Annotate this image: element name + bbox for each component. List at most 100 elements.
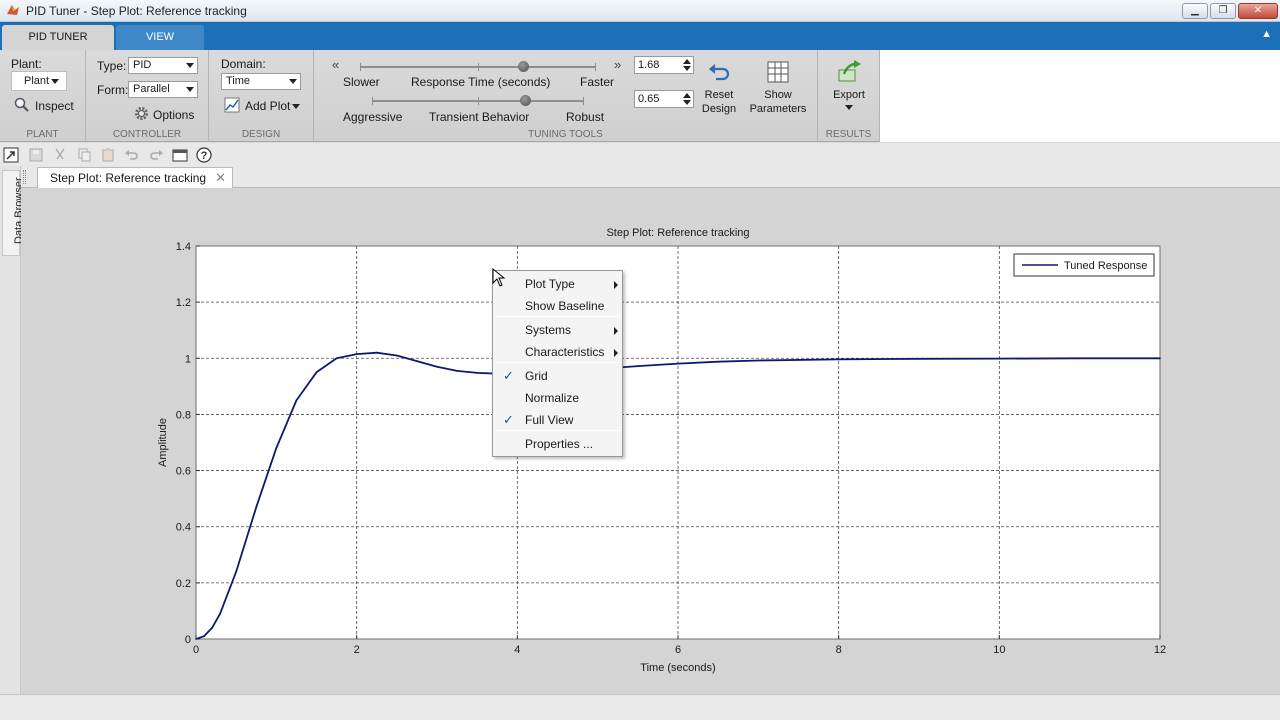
transient-behavior-value: 0.65 — [638, 93, 660, 105]
add-plot-icon — [224, 97, 240, 113]
inspect-label: Inspect — [35, 99, 74, 113]
x-tick-label: 6 — [675, 644, 681, 656]
menu-item-properties[interactable]: Properties ... — [493, 433, 622, 455]
window-layout-icon[interactable] — [172, 147, 188, 163]
menu-item-show-baseline[interactable]: Show Baseline — [493, 295, 622, 317]
menu-item-plot-type[interactable]: Plot Type — [493, 273, 622, 295]
x-tick-label: 10 — [993, 644, 1005, 656]
data-point — [637, 365, 639, 367]
transient-behavior-slider-track[interactable] — [372, 97, 584, 105]
y-tick-label: 0.6 — [176, 466, 191, 478]
collapse-ribbon-icon[interactable]: ▲ — [1261, 28, 1272, 40]
faster-arrow-icon[interactable]: » — [614, 57, 621, 72]
spin-down-icon[interactable] — [683, 66, 691, 71]
type-value: PID — [133, 59, 152, 71]
reset-design-button[interactable]: Reset Design — [698, 60, 740, 116]
x-tick-label: 0 — [193, 644, 199, 656]
tab-view[interactable]: VIEW — [116, 25, 204, 50]
step-plot-chart[interactable]: 0 2 4 6 8 10 12 0 0.2 0.4 0.6 0.8 1 1.2 1.4 Step Plot: … — [21, 188, 1280, 694]
y-tick-label: 1 — [185, 353, 191, 365]
plant-group-label: PLANT — [26, 129, 59, 140]
export-button[interactable]: Export — [826, 58, 872, 110]
data-point — [295, 399, 298, 402]
tuning-tools-group-label: TUNING TOOLS — [528, 129, 603, 140]
parameters-label: Parameters — [749, 103, 807, 115]
show-parameters-button[interactable]: Show Parameters — [748, 60, 808, 116]
controller-group-label: CONTROLLER — [112, 129, 182, 140]
options-button[interactable]: Options — [134, 105, 198, 123]
response-time-slider-thumb[interactable] — [517, 61, 529, 72]
restore-button[interactable]: ❐ — [1210, 3, 1236, 19]
undo-icon — [125, 150, 138, 160]
design-group: Domain: Time Add Plot DESIGN — [209, 50, 314, 142]
slider-tick — [583, 97, 584, 105]
matlab-logo-icon — [7, 5, 19, 15]
slower-label: Slower — [343, 75, 380, 89]
transient-behavior-label: Transient Behavior — [429, 110, 530, 124]
submenu-arrow-icon — [614, 281, 618, 289]
close-button[interactable]: ✕ — [1238, 3, 1278, 19]
menu-item-label: Normalize — [525, 391, 580, 405]
slower-arrow-icon[interactable]: « — [332, 57, 339, 72]
dock-icon[interactable] — [3, 147, 19, 163]
data-point — [1078, 357, 1081, 360]
robust-label: Robust — [566, 110, 605, 124]
transient-behavior-spinbox[interactable]: 0.65 — [634, 90, 694, 108]
controller-group: Type: PID Form: Parallel Options CONTROL… — [86, 50, 209, 142]
form-label: Form: — [97, 83, 129, 97]
plant-group: Plant: Plant Inspect PLANT — [0, 50, 86, 142]
status-bar — [0, 694, 1280, 720]
ribbon-empty-area — [880, 50, 1280, 142]
data-point — [677, 362, 679, 365]
data-point — [315, 371, 318, 374]
response-time-slider-track[interactable] — [360, 63, 596, 71]
menu-item-systems[interactable]: Systems — [493, 319, 622, 341]
tab-pid-tuner[interactable]: PID TUNER — [2, 25, 114, 50]
y-tick-label: 0.2 — [176, 578, 191, 590]
data-point — [1159, 357, 1161, 360]
data-point — [275, 447, 278, 449]
window-title: PID Tuner - Step Plot: Reference trackin… — [26, 4, 247, 18]
x-tick-label: 12 — [1154, 644, 1166, 656]
design-label: Design — [701, 103, 737, 115]
type-dropdown[interactable]: PID — [128, 57, 198, 74]
form-dropdown[interactable]: Parallel — [128, 81, 198, 98]
response-time-spinbox[interactable]: 1.68 — [634, 56, 694, 74]
tab-step-plot[interactable]: Step Plot: Reference tracking ✕ — [37, 167, 233, 188]
domain-label: Domain: — [221, 57, 266, 71]
magnifier-icon — [14, 97, 29, 112]
help-icon[interactable]: ? — [196, 147, 212, 163]
data-point — [918, 358, 920, 360]
menu-item-grid[interactable]: ✓ Grid — [493, 365, 622, 387]
menu-item-characteristics[interactable]: Characteristics — [493, 341, 622, 363]
spin-up-icon[interactable] — [683, 93, 691, 98]
minimize-button[interactable]: ▁ — [1182, 3, 1208, 19]
chevron-down-icon — [845, 105, 853, 110]
add-plot-button[interactable]: Add Plot — [224, 97, 302, 115]
spin-up-icon[interactable] — [683, 59, 691, 64]
data-point — [396, 354, 398, 357]
close-icon[interactable]: ✕ — [215, 170, 226, 186]
data-point — [476, 372, 479, 374]
data-point — [376, 351, 378, 354]
ribbon-tab-strip: PID TUNER VIEW ▲ — [0, 22, 1280, 50]
chart-title: Step Plot: Reference tracking — [606, 227, 749, 239]
chevron-down-icon — [292, 104, 300, 109]
x-tick-label: 4 — [514, 644, 520, 656]
menu-item-normalize[interactable]: Normalize — [493, 387, 622, 409]
menu-item-label: Full View — [525, 413, 574, 427]
chevron-down-icon — [186, 87, 194, 92]
undo-arrow-icon — [709, 64, 730, 81]
document-tab-label: Step Plot: Reference tracking — [50, 171, 207, 185]
spin-down-icon[interactable] — [683, 100, 691, 105]
inspect-button[interactable]: Inspect — [14, 97, 76, 115]
slider-tick — [360, 63, 361, 71]
aggressive-label: Aggressive — [343, 110, 403, 124]
plant-dropdown[interactable]: Plant — [11, 71, 67, 91]
export-icon — [838, 60, 861, 82]
transient-behavior-slider-thumb[interactable] — [519, 95, 531, 106]
drag-handle-icon[interactable] — [23, 170, 26, 184]
domain-dropdown[interactable]: Time — [221, 73, 301, 90]
menu-item-full-view[interactable]: ✓ Full View — [493, 409, 622, 431]
x-tick-label: 2 — [354, 644, 360, 656]
